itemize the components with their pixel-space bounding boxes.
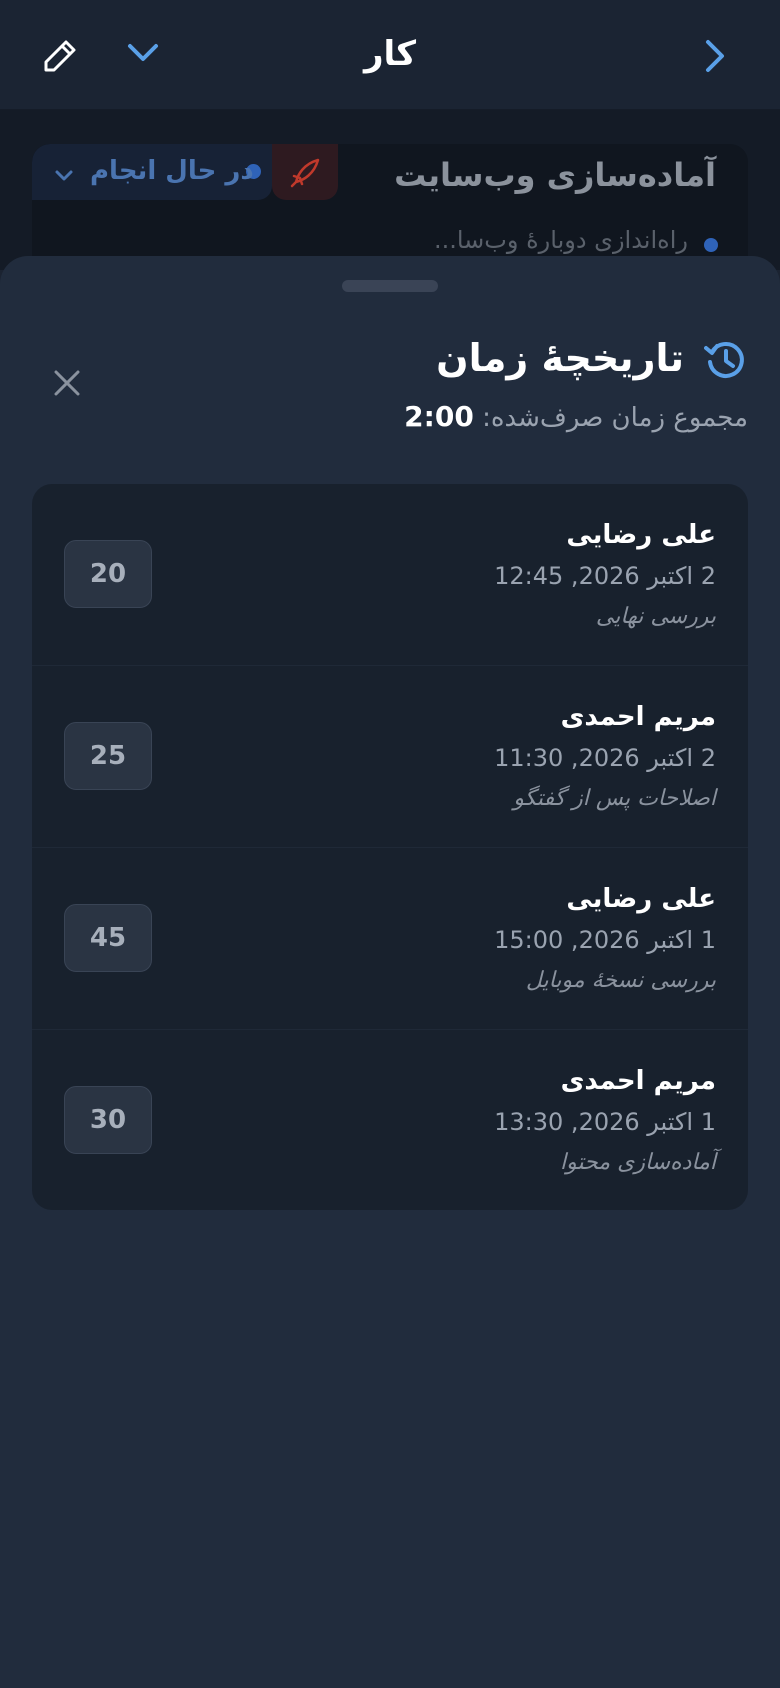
- entry-datetime: 1 اکتبر 2026, 13:30: [494, 1108, 716, 1136]
- entry-datetime: 2 اکتبر 2026, 12:45: [494, 562, 716, 590]
- subtask-preview: راه‌اندازی دوبارهٔ وب‌سا...: [433, 226, 688, 254]
- priority-badge[interactable]: [272, 144, 338, 200]
- chevron-down-icon: [54, 160, 74, 190]
- sheet-title: تاریخچهٔ زمان: [436, 336, 684, 380]
- sheet-drag-handle[interactable]: [342, 280, 438, 292]
- entry-minutes-badge: 20: [64, 540, 152, 608]
- pencil-icon[interactable]: [42, 38, 78, 78]
- entry-note: بررسی نهایی: [595, 604, 716, 629]
- entry-user-name: مریم احمدی: [560, 702, 716, 732]
- time-history-sheet: تاریخچهٔ زمان مجموع زمان صرف‌شده: 2:00 ع…: [0, 256, 780, 1688]
- entry-user-name: علی رضایی: [566, 884, 716, 914]
- entry-minutes-badge: 45: [64, 904, 152, 972]
- history-icon: [704, 338, 748, 386]
- top-nav-bar: کار: [0, 0, 780, 110]
- task-title: آماده‌سازی وب‌سایت: [394, 156, 716, 194]
- entry-datetime: 2 اکتبر 2026, 11:30: [494, 744, 716, 772]
- time-entry[interactable]: مریم احمدی 2 اکتبر 2026, 11:30 اصلاحات پ…: [32, 666, 748, 848]
- rocket-icon: [290, 158, 320, 188]
- total-time-value: 2:00: [404, 400, 474, 433]
- status-label: در حال انجام: [90, 156, 254, 186]
- time-entry[interactable]: علی رضایی 1 اکتبر 2026, 15:00 بررسی نسخه…: [32, 848, 748, 1030]
- page-title: کار: [363, 34, 417, 74]
- status-dropdown[interactable]: در حال انجام: [32, 144, 272, 200]
- entry-minutes-badge: 25: [64, 722, 152, 790]
- time-entry-list: علی رضایی 2 اکتبر 2026, 12:45 بررسی نهای…: [32, 484, 748, 1210]
- entry-user-name: مریم احمدی: [560, 1066, 716, 1096]
- entry-note: اصلاحات پس از گفتگو: [513, 786, 716, 811]
- entry-note: بررسی نسخهٔ موبایل: [525, 968, 716, 993]
- entry-user-name: علی رضایی: [566, 520, 716, 550]
- entry-minutes-badge: 30: [64, 1086, 152, 1154]
- total-time-row: مجموع زمان صرف‌شده: 2:00: [404, 400, 748, 433]
- chevron-down-icon[interactable]: [126, 40, 160, 68]
- time-entry[interactable]: علی رضایی 2 اکتبر 2026, 12:45 بررسی نهای…: [32, 484, 748, 666]
- total-time-label: مجموع زمان صرف‌شده:: [473, 403, 748, 433]
- entry-note: آماده‌سازی محتوا: [560, 1150, 716, 1175]
- subtask-status-dot: [704, 238, 718, 252]
- entry-datetime: 1 اکتبر 2026, 15:00: [494, 926, 716, 954]
- time-entry[interactable]: مریم احمدی 1 اکتبر 2026, 13:30 آماده‌ساز…: [32, 1030, 748, 1210]
- close-icon[interactable]: [52, 368, 82, 402]
